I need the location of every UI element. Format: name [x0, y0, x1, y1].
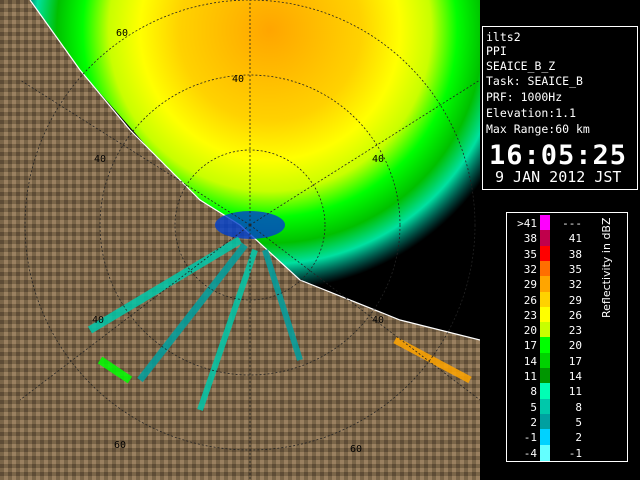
legend-upper-bound: 32 — [568, 278, 582, 292]
legend-color-swatch — [540, 230, 550, 247]
legend-row: 14 17 — [507, 352, 627, 369]
legend-color-swatch — [540, 276, 550, 293]
scan-info-panel: ilts2 PPI SEAICE_B_Z Task: SEAICE_B PRF:… — [482, 26, 638, 190]
legend-lower-bound: 11 — [523, 370, 537, 383]
legend-color-swatch — [540, 245, 550, 262]
legend-lower-bound: 8 — [530, 385, 537, 399]
range-label: 40 — [372, 154, 384, 165]
scan-name: SEAICE_B_Z — [486, 59, 556, 73]
info-sidebar: ilts2 PPI SEAICE_B_Z Task: SEAICE_B PRF:… — [480, 0, 640, 480]
legend-color-swatch — [540, 398, 550, 415]
legend-lower-bound: 2 — [530, 415, 537, 429]
prf-value: PRF: 1000Hz — [486, 90, 563, 104]
legend-upper-bound: 41 — [568, 232, 582, 246]
legend-lower-bound: 20 — [523, 324, 537, 338]
range-label: 40 — [372, 315, 384, 326]
legend-color-swatch — [540, 429, 550, 446]
legend-row: 11 14 — [507, 368, 627, 384]
legend-title: Reflectivity in dBZ — [600, 217, 613, 318]
legend-upper-bound: 26 — [568, 308, 582, 322]
legend-lower-bound: 35 — [523, 247, 537, 261]
range-label: 40 — [94, 154, 106, 165]
legend-row: -4 -1 — [507, 444, 627, 461]
legend-upper-bound: 2 — [575, 431, 582, 445]
range-label: 60 — [116, 28, 128, 39]
legend-lower-bound: 23 — [523, 308, 537, 322]
legend-color-swatch — [540, 413, 550, 430]
range-label: 40 — [92, 315, 104, 326]
legend-row: -1 2 — [507, 429, 627, 446]
legend-lower-bound: 29 — [523, 278, 537, 292]
legend-upper-bound: 17 — [568, 354, 582, 368]
legend-upper-bound: 8 — [575, 400, 582, 414]
legend-color-swatch — [540, 322, 550, 339]
legend-color-swatch — [540, 383, 550, 400]
legend-lower-bound: 5 — [530, 400, 537, 414]
legend-lower-bound: >41 — [517, 217, 537, 230]
legend-color-swatch — [540, 291, 550, 308]
legend-upper-bound: 14 — [568, 370, 582, 383]
range-label: 60 — [350, 444, 362, 455]
scan-time: 16:05:25 — [489, 140, 628, 171]
legend-color-swatch — [540, 352, 550, 369]
range-label: 40 — [232, 74, 244, 85]
legend-upper-bound: 11 — [568, 385, 582, 399]
legend-row: 8 11 — [507, 383, 627, 400]
legend-upper-bound: 23 — [568, 324, 582, 338]
legend-lower-bound: 38 — [523, 232, 537, 246]
legend-lower-bound: 14 — [523, 354, 537, 368]
legend-color-swatch — [540, 215, 550, 231]
legend-lower-bound: -4 — [523, 446, 537, 460]
legend-lower-bound: 26 — [523, 293, 537, 307]
legend-color-swatch — [540, 337, 550, 354]
legend-color-swatch — [540, 306, 550, 323]
legend-upper-bound: 38 — [568, 247, 582, 261]
legend-upper-bound: 35 — [568, 262, 582, 276]
task-name: Task: SEAICE_B — [486, 74, 583, 88]
scan-date: 9 JAN 2012 JST — [495, 168, 622, 186]
legend-row: 25 — [507, 413, 627, 430]
legend-lower-bound: 32 — [523, 262, 537, 276]
legend-lower-bound: 17 — [523, 339, 537, 353]
product-type: PPI — [486, 44, 507, 58]
legend-color-swatch — [540, 444, 550, 461]
radar-name: ilts2 — [486, 30, 521, 44]
legend-upper-bound: --- — [562, 217, 582, 230]
legend-upper-bound: 20 — [568, 339, 582, 353]
legend-upper-bound: 29 — [568, 293, 582, 307]
legend-row: 17 20 — [507, 337, 627, 354]
legend-upper-bound: 5 — [575, 415, 582, 429]
legend-color-swatch — [540, 260, 550, 277]
max-range-value: Max Range:60 km — [486, 122, 590, 136]
legend-row: 58 — [507, 398, 627, 415]
legend-row: 20 23 — [507, 322, 627, 339]
legend-upper-bound: -1 — [568, 446, 582, 460]
radar-ppi-display: 60 40 40 40 40 40 60 60 — [0, 0, 480, 480]
legend-color-swatch — [540, 368, 550, 384]
elevation-value: Elevation:1.1 — [486, 106, 577, 120]
range-label: 60 — [114, 440, 126, 451]
legend-lower-bound: -1 — [523, 431, 537, 445]
